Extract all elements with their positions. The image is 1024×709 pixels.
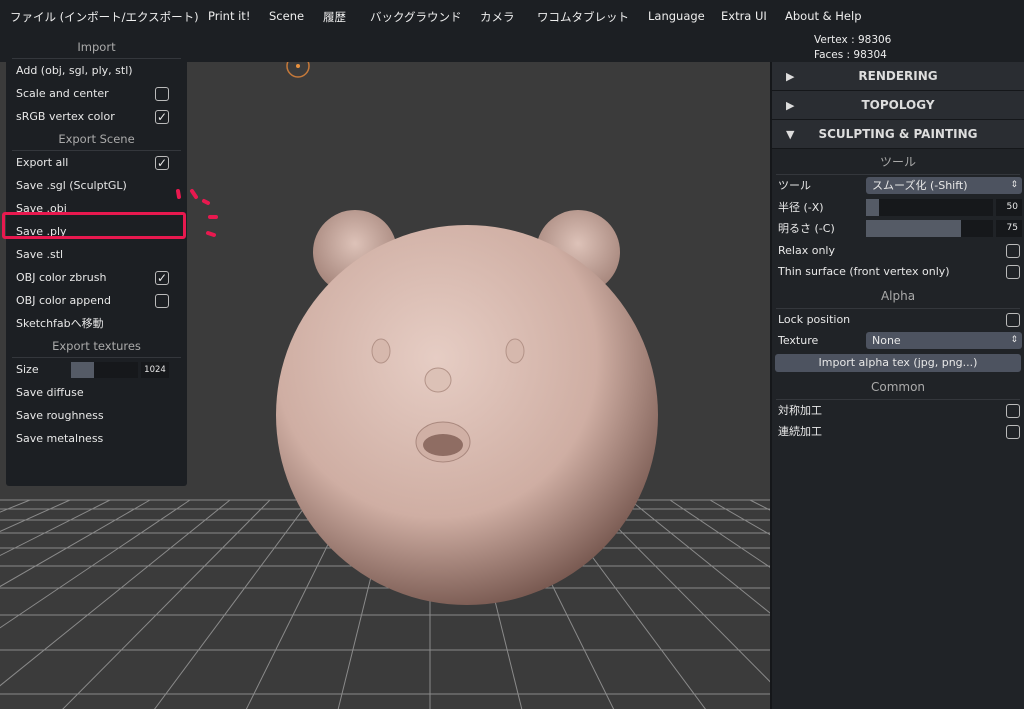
- face-count: Faces : 98304: [814, 49, 887, 61]
- common-section-title: Common: [776, 374, 1020, 400]
- menu-print[interactable]: Print it!: [208, 9, 250, 23]
- symmetry-label: 対称加工: [778, 403, 822, 417]
- annotation-emphasis-marks: [176, 189, 218, 237]
- srgb-label: sRGB vertex color: [16, 110, 115, 123]
- continuous-label: 連続加工: [778, 425, 822, 438]
- right-panel: ▶ RENDERING ▶ TOPOLOGY ▼ SCULPTING & PAINTI…: [770, 62, 1024, 709]
- thin-surface-checkbox[interactable]: [1006, 265, 1020, 279]
- collapse-arrow-icon: ▼: [786, 128, 795, 141]
- radius-row: 半径 (-X) 50: [772, 197, 1024, 219]
- obj-color-append-checkbox[interactable]: [155, 294, 169, 308]
- menu-wacom[interactable]: ワコムタブレット: [537, 9, 629, 25]
- sculpting-title: SCULPTING & PAINTING: [818, 127, 978, 141]
- export-scene-title: Export Scene: [12, 128, 181, 151]
- relax-only-row: Relax only: [772, 240, 1024, 262]
- sculpting-folder[interactable]: ▼ SCULPTING & PAINTING: [772, 120, 1024, 149]
- menu-language[interactable]: Language: [648, 9, 705, 23]
- lock-position-row: Lock position: [772, 309, 1024, 331]
- save-metalness-item[interactable]: Save metalness: [6, 427, 187, 450]
- topology-title: TOPOLOGY: [861, 98, 935, 112]
- lock-position-checkbox[interactable]: [1006, 312, 1020, 327]
- sketchfab-item[interactable]: Sketchfabへ移動: [6, 312, 187, 335]
- expand-arrow-icon: ▶: [786, 99, 795, 112]
- menu-scene[interactable]: Scene: [269, 9, 304, 23]
- obj-color-zbrush-checkbox[interactable]: ✓: [155, 271, 169, 285]
- menu-extra-ui[interactable]: Extra UI: [721, 9, 767, 23]
- texture-row: Texture None: [772, 330, 1024, 352]
- obj-color-append-label: OBJ color append: [16, 294, 111, 307]
- intensity-row: 明るさ (-C) 75: [772, 218, 1024, 240]
- annotation-highlight-box: [2, 212, 186, 239]
- radius-slider[interactable]: [866, 198, 993, 216]
- menu-about[interactable]: About & Help: [785, 9, 862, 23]
- export-textures-title: Export textures: [12, 335, 181, 358]
- thin-surface-label: Thin surface (front vertex only): [778, 265, 950, 278]
- menu-background[interactable]: バックグラウンド: [370, 9, 462, 25]
- save-sgl-item[interactable]: Save .sgl (SculptGL): [6, 174, 187, 197]
- topology-folder[interactable]: ▶ TOPOLOGY: [772, 91, 1024, 120]
- size-slider[interactable]: [71, 362, 138, 378]
- obj-color-zbrush-label: OBJ color zbrush: [16, 271, 107, 284]
- import-alpha-button[interactable]: Import alpha tex (jpg, png...): [775, 353, 1021, 372]
- tool-select[interactable]: スムーズ化 (-Shift): [866, 177, 1022, 194]
- radius-label: 半径 (-X): [778, 200, 824, 214]
- thin-surface-row: Thin surface (front vertex only): [772, 261, 1024, 283]
- scale-center-checkbox[interactable]: [155, 87, 169, 101]
- add-mesh-item[interactable]: Add (obj, sgl, ply, stl): [6, 59, 187, 82]
- continuous-row: 連続加工: [772, 421, 1024, 443]
- intensity-value[interactable]: 75: [996, 220, 1022, 237]
- save-roughness-item[interactable]: Save roughness: [6, 404, 187, 427]
- srgb-item[interactable]: sRGB vertex color ✓: [6, 105, 187, 128]
- menu-history[interactable]: 履歴: [323, 9, 346, 25]
- tool-label: ツール: [778, 179, 811, 192]
- texture-select[interactable]: None: [866, 332, 1022, 349]
- bear-model: [276, 210, 658, 605]
- alpha-section-title: Alpha: [776, 283, 1020, 309]
- menu-camera[interactable]: カメラ: [480, 9, 515, 25]
- lock-position-label: Lock position: [778, 312, 851, 326]
- vertex-count: Vertex : 98306: [814, 34, 892, 46]
- save-diffuse-item[interactable]: Save diffuse: [6, 381, 187, 404]
- obj-color-append-item[interactable]: OBJ color append: [6, 289, 187, 312]
- tool-row: ツール スムーズ化 (-Shift): [772, 175, 1024, 197]
- size-row: Size 1024: [6, 358, 187, 381]
- relax-only-checkbox[interactable]: [1006, 243, 1020, 258]
- relax-only-label: Relax only: [778, 243, 835, 257]
- tool-section-title: ツール: [776, 149, 1020, 175]
- expand-arrow-icon: ▶: [786, 70, 795, 83]
- scale-center-label: Scale and center: [16, 87, 109, 100]
- size-value[interactable]: 1024: [141, 362, 169, 378]
- save-stl-item[interactable]: Save .stl: [6, 243, 187, 266]
- intensity-slider[interactable]: [866, 220, 993, 237]
- intensity-label: 明るさ (-C): [778, 222, 835, 235]
- obj-color-zbrush-item[interactable]: OBJ color zbrush ✓: [6, 266, 187, 289]
- scale-center-item[interactable]: Scale and center: [6, 82, 187, 105]
- menu-file[interactable]: ファイル (インポート/エクスポート): [10, 9, 199, 25]
- size-label: Size: [16, 363, 39, 376]
- rendering-title: RENDERING: [858, 69, 938, 83]
- symmetry-row: 対称加工: [772, 400, 1024, 422]
- symmetry-checkbox[interactable]: [1006, 403, 1020, 418]
- export-all-checkbox[interactable]: ✓: [155, 156, 169, 170]
- texture-label: Texture: [778, 334, 819, 347]
- radius-value[interactable]: 50: [996, 198, 1022, 216]
- export-all-item[interactable]: Export all ✓: [6, 151, 187, 174]
- rendering-folder[interactable]: ▶ RENDERING: [772, 62, 1024, 91]
- continuous-checkbox[interactable]: [1006, 425, 1020, 439]
- export-all-label: Export all: [16, 156, 69, 169]
- import-section-title: Import: [12, 36, 181, 59]
- srgb-checkbox[interactable]: ✓: [155, 110, 169, 124]
- file-menu-dropdown: Import Add (obj, sgl, ply, stl) Scale an…: [6, 36, 187, 486]
- mesh-stats: Vertex : 98306 Faces : 98304: [814, 33, 891, 63]
